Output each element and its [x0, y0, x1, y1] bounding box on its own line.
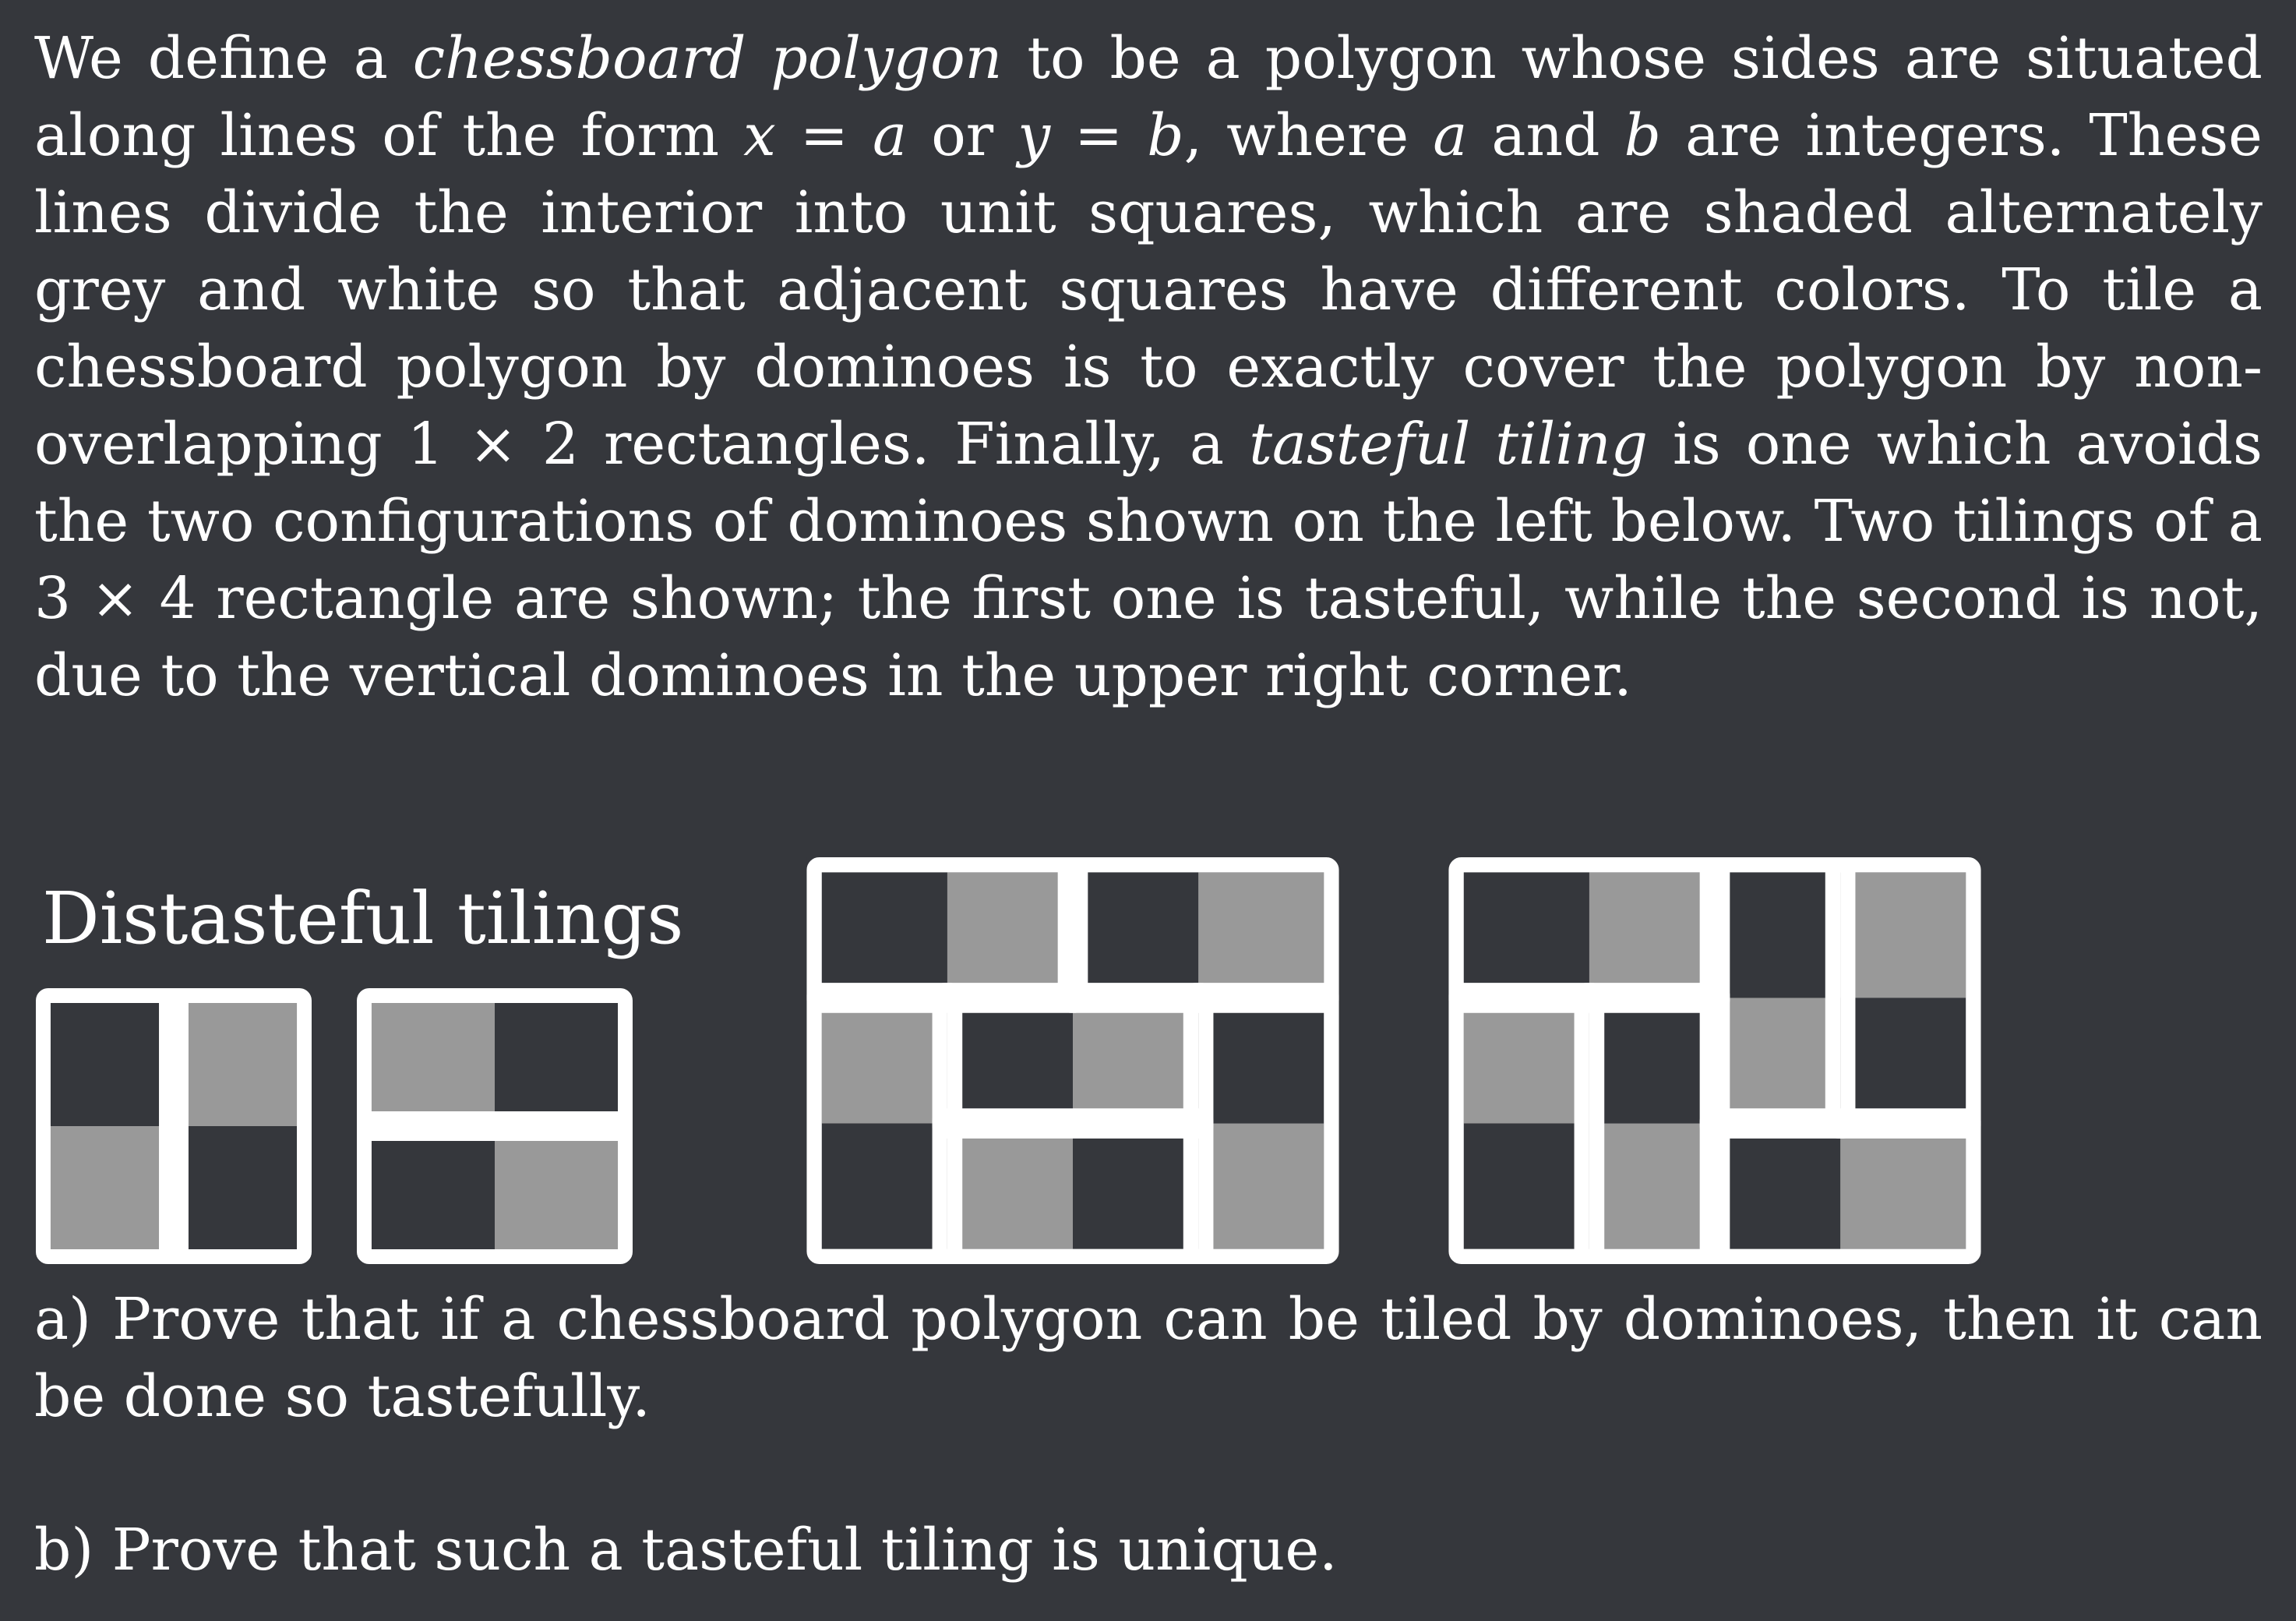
grey-square [1840, 872, 1966, 998]
grey-square [821, 998, 947, 1124]
grey-square [947, 1123, 1073, 1249]
grey-square [1589, 1123, 1715, 1249]
intro-emphasis: b [1147, 102, 1184, 169]
dark-square [821, 1123, 947, 1249]
intro-emphasis: a [1433, 102, 1468, 169]
dark-square [1840, 998, 1966, 1124]
grey-square [1463, 998, 1589, 1124]
intro-emphasis: chessboard polygon [412, 25, 1003, 92]
dark-square [947, 998, 1073, 1124]
dark-square [1198, 998, 1324, 1124]
grey-square [1715, 998, 1841, 1124]
grey-square [1198, 1123, 1324, 1249]
grey-square [1073, 998, 1199, 1124]
dark-square [1715, 1123, 1841, 1249]
grey-square [1198, 872, 1324, 998]
dark-square [495, 1002, 619, 1126]
grey-square [947, 872, 1073, 998]
intro-text: or [907, 102, 1018, 169]
dark-square [1715, 872, 1841, 998]
grey-square [1840, 1123, 1966, 1249]
intro-emphasis: x [743, 102, 776, 169]
grey-square [50, 1126, 174, 1250]
dark-square [821, 872, 947, 998]
intro-emphasis: tasteful tiling [1249, 411, 1649, 478]
intro-emphasis: b [1624, 102, 1661, 169]
dark-square [1589, 998, 1715, 1124]
intro-text: = [1050, 102, 1148, 169]
part-b-text: b) Prove that such a tasteful tiling is … [34, 1517, 1338, 1584]
intro-text: , where [1183, 102, 1434, 169]
distasteful-3x4-tiling [1448, 857, 1981, 1264]
grey-square [371, 1002, 495, 1126]
intro-emphasis: y [1018, 102, 1051, 169]
dark-square [371, 1126, 495, 1250]
dark-square [50, 1002, 174, 1126]
dark-square [1463, 872, 1589, 998]
distasteful-tiling-horizontal-pair [357, 988, 633, 1264]
intro-emphasis: a [873, 102, 908, 169]
grey-square [495, 1126, 619, 1250]
grey-square [174, 1002, 298, 1126]
grey-square [1589, 872, 1715, 998]
intro-text: We define a [34, 25, 413, 92]
intro-text: and [1467, 102, 1624, 169]
tasteful-3x4-tiling [806, 857, 1339, 1264]
problem-intro: We define a chessboard polygon to be a p… [34, 20, 2262, 715]
distasteful-tiling-vertical-pair [36, 988, 312, 1264]
dark-square [1463, 1123, 1589, 1249]
distasteful-tilings-heading: Distasteful tilings [42, 877, 684, 960]
part-a-text: a) Prove that if a chessboard polygon ca… [34, 1286, 2262, 1430]
dark-square [1073, 1123, 1199, 1249]
dark-square [1073, 872, 1199, 998]
intro-text: = [775, 102, 873, 169]
dark-square [174, 1126, 298, 1250]
